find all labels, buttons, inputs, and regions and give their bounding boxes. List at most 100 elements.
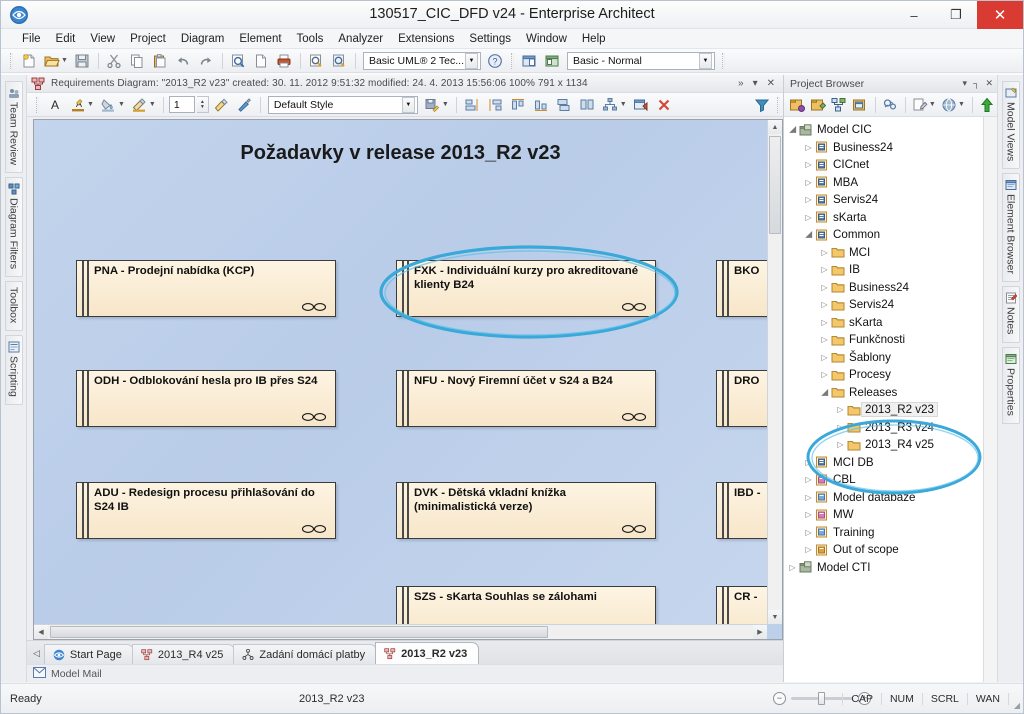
align-left-icon[interactable] xyxy=(462,95,483,115)
dock-tab-model-views[interactable]: Model Views xyxy=(1001,81,1020,170)
menu-help[interactable]: Help xyxy=(575,32,614,46)
edit-dropdown-arrow-icon[interactable]: ▼ xyxy=(929,101,938,108)
scroll-right-arrow-icon[interactable]: ▶ xyxy=(753,625,767,639)
tree-expand-arrow-icon[interactable]: ▷ xyxy=(818,318,831,327)
up-arrow-icon[interactable] xyxy=(978,95,997,115)
project-browser-menu-button[interactable]: ▾ xyxy=(963,78,968,89)
tree-expand-arrow-icon[interactable]: ▷ xyxy=(818,248,831,257)
requirement-element-odh[interactable]: ODH - Odblokování hesla pro IB přes S24 xyxy=(76,370,336,427)
scroll-left-arrow-icon[interactable]: ◀ xyxy=(34,625,48,639)
tree-node-procesy[interactable]: ▷ Procesy xyxy=(784,366,997,384)
menu-settings[interactable]: Settings xyxy=(462,32,519,46)
format-toolbar-grip[interactable] xyxy=(36,96,39,113)
model-mail-bar[interactable]: Model Mail xyxy=(27,664,783,682)
tree-expand-arrow-icon[interactable]: ▷ xyxy=(818,353,831,362)
line-width-stepper[interactable]: ▲ ▼ xyxy=(196,96,209,113)
tree-expand-arrow-icon[interactable]: ▷ xyxy=(834,440,847,449)
open-folder-icon[interactable] xyxy=(41,51,62,71)
page-setup-icon[interactable] xyxy=(251,51,272,71)
tab-start-page[interactable]: Start Page xyxy=(43,644,134,664)
tree-node-model-cti[interactable]: ▷ Model CTI xyxy=(784,559,997,577)
new-package-icon[interactable] xyxy=(787,95,806,115)
diagram-canvas[interactable]: Požadavky v release 2013_R2 v23 PNA - Pr… xyxy=(34,120,767,624)
tree-expand-arrow-icon[interactable]: ▷ xyxy=(818,335,831,344)
tree-expand-arrow-icon[interactable]: ▷ xyxy=(802,510,815,519)
undo-icon[interactable] xyxy=(173,51,194,71)
toolbar-grip-2[interactable] xyxy=(510,52,514,69)
info-close-button[interactable]: ✕ xyxy=(767,78,775,89)
dock-tab-element-browser[interactable]: Element Browser xyxy=(1001,173,1020,283)
dock-tab-notes[interactable]: Notes xyxy=(1001,286,1020,343)
auto-layout-dropdown-arrow-icon[interactable]: ▼ xyxy=(620,101,629,108)
edit-icon[interactable] xyxy=(911,95,930,115)
tree-expand-arrow-icon[interactable]: ▷ xyxy=(802,213,815,222)
tree-expand-arrow-icon[interactable]: ▷ xyxy=(802,493,815,502)
text-style-icon[interactable]: A xyxy=(67,95,88,115)
tree-expand-arrow-icon[interactable]: ▷ xyxy=(818,265,831,274)
tree-node-ib[interactable]: ▷ IB xyxy=(784,261,997,279)
requirement-element-fxk[interactable]: FXK - Individuální kurzy pro akreditovan… xyxy=(396,260,656,317)
technology-combo[interactable]: Basic UML® 2 Tec... ▼ xyxy=(362,51,481,70)
font-color-icon[interactable]: A xyxy=(44,95,65,115)
project-browser-scrollbar[interactable] xyxy=(983,117,997,682)
menu-view[interactable]: View xyxy=(83,32,123,46)
tree-node-servis24[interactable]: ▷ Servis24 xyxy=(784,191,997,209)
style-brush-icon[interactable] xyxy=(234,95,255,115)
tree-node-2013-r2-v23[interactable]: ▷ 2013_R2 v23 xyxy=(784,401,997,419)
menu-window[interactable]: Window xyxy=(519,32,575,46)
search-model-icon[interactable] xyxy=(881,95,900,115)
save-icon[interactable] xyxy=(72,51,93,71)
save-style-icon[interactable] xyxy=(422,95,443,115)
requirement-element-ibd[interactable]: IBD - xyxy=(716,482,767,539)
tree-node-business24[interactable]: ▷ Business24 xyxy=(784,279,997,297)
requirement-element-cr[interactable]: CR - xyxy=(716,586,767,624)
save-style-dropdown-arrow-icon[interactable]: ▼ xyxy=(442,101,451,108)
scroll-up-arrow-icon[interactable]: ▲ xyxy=(768,120,782,134)
model-search-icon[interactable] xyxy=(329,51,350,71)
copy-icon[interactable] xyxy=(127,51,148,71)
export-image-icon[interactable] xyxy=(631,95,652,115)
tab-zadani-domaci-platby[interactable]: Zadání domácí platby xyxy=(233,644,378,664)
help-icon[interactable]: ? xyxy=(485,51,506,71)
tree-node-common[interactable]: ◢ Common xyxy=(784,226,997,244)
tree-expand-arrow-icon[interactable]: ▷ xyxy=(834,405,847,414)
format-toolbar-grip-2[interactable] xyxy=(777,96,780,113)
canvas-horizontal-scroll-thumb[interactable] xyxy=(50,626,548,638)
dock-tab-team-review[interactable]: Team Review xyxy=(4,81,23,174)
maximize-button[interactable]: ❐ xyxy=(935,1,977,29)
tree-node-mba[interactable]: ▷ MBA xyxy=(784,174,997,192)
zoom-search-icon[interactable] xyxy=(306,51,327,71)
tree-node-model-cic[interactable]: ◢ Model CIC xyxy=(784,121,997,139)
auto-layout-icon[interactable] xyxy=(600,95,621,115)
format-painter-icon[interactable] xyxy=(211,95,232,115)
fill-color-dropdown-arrow-icon[interactable]: ▼ xyxy=(118,101,127,108)
new-file-icon[interactable] xyxy=(18,51,39,71)
documentation-dropdown-arrow-icon[interactable]: ▼ xyxy=(958,101,967,108)
tree-node-business24[interactable]: ▷ Business24 xyxy=(784,139,997,157)
align-top-icon[interactable] xyxy=(508,95,529,115)
text-style-dropdown-arrow-icon[interactable]: ▼ xyxy=(87,101,96,108)
menu-tools[interactable]: Tools xyxy=(290,32,332,46)
tree-expand-arrow-icon[interactable]: ▷ xyxy=(834,423,847,432)
minimize-button[interactable]: – xyxy=(893,1,935,29)
tree-node-skarta[interactable]: ▷ sKarta xyxy=(784,209,997,227)
tree-expand-arrow-icon[interactable]: ▷ xyxy=(802,160,815,169)
style-combo[interactable]: Default Style ▼ xyxy=(267,95,418,114)
open-dropdown-arrow-icon[interactable]: ▼ xyxy=(61,57,70,64)
menu-diagram[interactable]: Diagram xyxy=(174,32,232,46)
resize-grip-icon[interactable]: ◢ xyxy=(1014,701,1020,710)
zoom-out-button[interactable]: − xyxy=(773,692,786,705)
dock-tab-properties[interactable]: Properties xyxy=(1001,346,1020,424)
canvas-vertical-scroll-thumb[interactable] xyxy=(769,136,781,234)
tree-node-skarta[interactable]: ▷ sKarta xyxy=(784,314,997,332)
requirement-element-szs[interactable]: SZS - sKarta Souhlas se zálohami xyxy=(396,586,656,624)
tree-expand-arrow-icon[interactable]: ▷ xyxy=(802,545,815,554)
canvas-vertical-scrollbar[interactable]: ▲ ▼ xyxy=(767,120,782,624)
close-button[interactable]: ✕ xyxy=(977,1,1023,29)
tree-expand-arrow-icon[interactable]: ▷ xyxy=(802,178,815,187)
documentation-icon[interactable] xyxy=(940,95,959,115)
fill-color-icon[interactable] xyxy=(98,95,119,115)
tree-expand-arrow-icon[interactable]: ▷ xyxy=(802,195,815,204)
tree-node-servis24[interactable]: ▷ Servis24 xyxy=(784,296,997,314)
new-view-icon[interactable] xyxy=(808,95,827,115)
